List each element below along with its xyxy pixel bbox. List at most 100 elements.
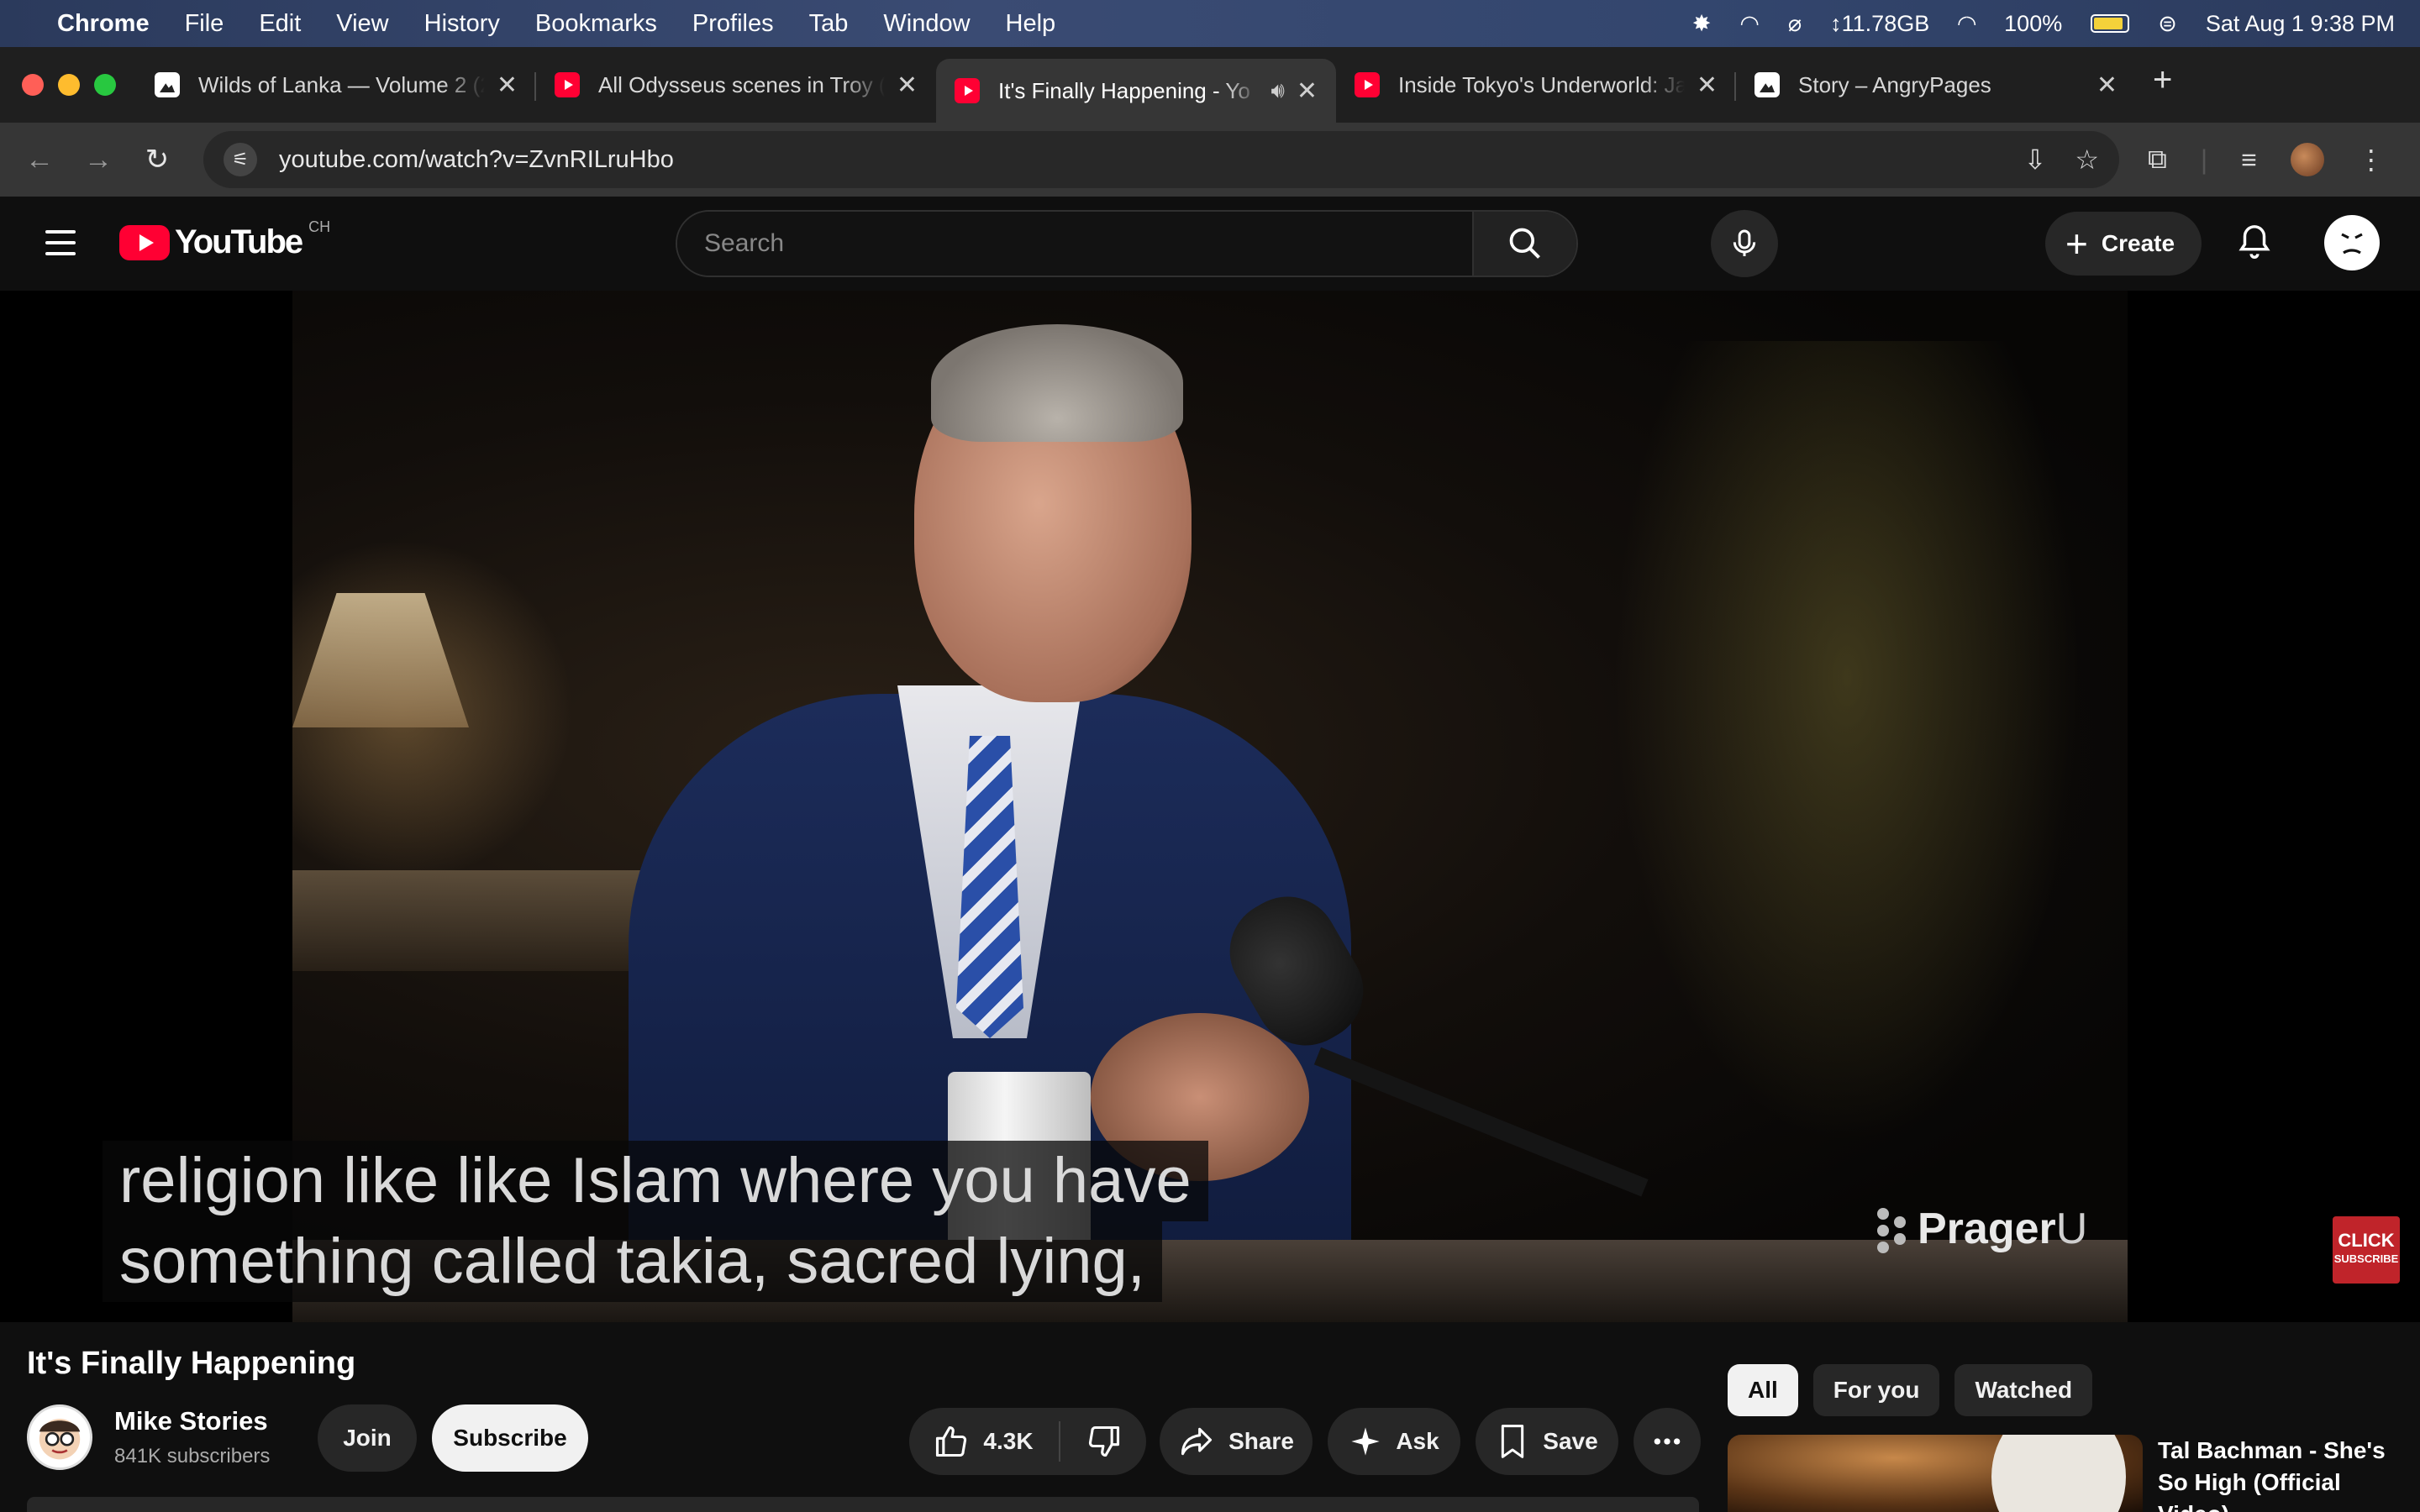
description-box-edge bbox=[27, 1497, 1699, 1512]
menu-app-name[interactable]: Chrome bbox=[57, 10, 150, 38]
battery-percent: 100% bbox=[2004, 10, 2063, 36]
channel-avatar[interactable] bbox=[27, 1404, 92, 1470]
caption-line: religion like like Islam where you have bbox=[103, 1141, 1208, 1221]
chrome-menu-icon[interactable]: ⋮ bbox=[2358, 144, 2385, 176]
channel-name[interactable]: Mike Stories bbox=[114, 1406, 268, 1436]
tab-title: All Odysseus scenes in Troy ( bbox=[598, 71, 885, 97]
paperclip-icon[interactable]: ⌀ bbox=[1788, 11, 1802, 37]
control-center-icon[interactable]: ⊜ bbox=[2158, 11, 2177, 37]
tab-its-finally-happening[interactable]: It's Finally Happening - Yo 🔊︎ ✕ bbox=[936, 59, 1336, 123]
menu-help[interactable]: Help bbox=[1006, 10, 1056, 38]
site-settings-icon[interactable]: ⚟ bbox=[224, 143, 257, 176]
share-button[interactable]: Share bbox=[1160, 1408, 1313, 1475]
logo-wordmark: YouTube bbox=[175, 223, 303, 260]
sparkle-icon[interactable]: ✸ bbox=[1692, 11, 1712, 37]
battery-icon[interactable] bbox=[2091, 14, 2130, 33]
new-tab-button[interactable]: + bbox=[2136, 47, 2172, 123]
watermark-brand: Prager bbox=[1918, 1205, 2056, 1253]
bookmark-star-icon[interactable]: ☆ bbox=[2075, 144, 2099, 176]
microphone-icon bbox=[1733, 229, 1756, 256]
menu-profiles[interactable]: Profiles bbox=[692, 10, 774, 38]
voice-search-button[interactable] bbox=[1711, 210, 1778, 277]
menu-edit[interactable]: Edit bbox=[259, 10, 301, 38]
ask-button[interactable]: Ask bbox=[1328, 1408, 1460, 1475]
tab-close-icon[interactable]: ✕ bbox=[497, 71, 518, 100]
youtube-favicon-icon bbox=[955, 78, 980, 103]
search-box bbox=[676, 210, 1578, 277]
url-text[interactable]: youtube.com/watch?v=ZvnRILruHbo bbox=[279, 146, 1996, 174]
tab-tokyo-underworld[interactable]: Inside Tokyo's Underworld: Ja ✕ bbox=[1336, 47, 1736, 123]
chip-for-you[interactable]: For you bbox=[1812, 1364, 1940, 1416]
video-title: It's Finally Happening bbox=[27, 1346, 356, 1381]
notifications-bell-icon[interactable] bbox=[2235, 222, 2274, 268]
clock[interactable]: Sat Aug 1 9:38 PM bbox=[2206, 11, 2395, 37]
menu-bookmarks[interactable]: Bookmarks bbox=[535, 10, 657, 38]
profile-avatar[interactable] bbox=[2290, 143, 2324, 176]
youtube-logo[interactable]: YouTube CH bbox=[119, 218, 330, 261]
tab-wilds-of-lanka[interactable]: Wilds of Lanka — Volume 2 (2 ✕ bbox=[136, 47, 536, 123]
tab-close-icon[interactable]: ✕ bbox=[1697, 71, 1718, 100]
chip-all[interactable]: All bbox=[1728, 1364, 1798, 1416]
media-control-icon[interactable]: ≡ bbox=[2241, 144, 2257, 176]
back-arrow-icon[interactable]: ← bbox=[20, 144, 59, 176]
extensions-puzzle-icon[interactable]: ⧉ bbox=[2148, 144, 2167, 176]
region-code: CH bbox=[308, 218, 331, 235]
tab-angrypages-story[interactable]: Story – AngryPages ✕ bbox=[1736, 47, 2136, 123]
tab-close-icon[interactable]: ✕ bbox=[897, 71, 918, 100]
tab-close-icon[interactable]: ✕ bbox=[2096, 71, 2118, 100]
menu-file[interactable]: File bbox=[185, 10, 224, 38]
thumbs-down-icon bbox=[1088, 1425, 1119, 1457]
close-window-button[interactable] bbox=[22, 74, 44, 96]
like-count: 4.3K bbox=[983, 1428, 1034, 1454]
closed-captions: religion like like Islam where you have … bbox=[103, 1141, 1208, 1302]
more-actions-button[interactable] bbox=[1634, 1408, 1701, 1475]
like-button[interactable]: 4.3K bbox=[933, 1421, 1060, 1462]
memory-readout[interactable]: ↕11.78GB bbox=[1830, 11, 1929, 37]
recommended-video-title[interactable]: Tal Bachman - She's So High (Official Vi… bbox=[2158, 1435, 2410, 1512]
address-bar[interactable]: ⚟ youtube.com/watch?v=ZvnRILruHbo ⇩ ☆ bbox=[203, 131, 2119, 188]
cartoon-face-icon bbox=[39, 1419, 81, 1460]
macos-menubar: Chrome File Edit View History Bookmarks … bbox=[0, 0, 2420, 47]
click-subscribe-badge[interactable]: CLICK SUBSCRIBE bbox=[2333, 1216, 2400, 1284]
wifi-icon[interactable]: ◜◝ bbox=[1958, 11, 1975, 37]
subscribe-button[interactable]: Subscribe bbox=[432, 1404, 588, 1472]
related-filter-chips: All For you Watched bbox=[1728, 1364, 2093, 1416]
reload-icon[interactable]: ↻ bbox=[138, 143, 176, 176]
search-input[interactable] bbox=[677, 212, 1472, 276]
youtube-play-icon bbox=[119, 224, 170, 260]
caption-line: something called takia, sacred lying, bbox=[103, 1221, 1162, 1302]
youtube-favicon-icon bbox=[1355, 72, 1380, 97]
tab-odysseus-scenes[interactable]: All Odysseus scenes in Troy ( ✕ bbox=[536, 47, 936, 123]
page-favicon-icon bbox=[1754, 72, 1780, 97]
prageru-logo-icon bbox=[1872, 1201, 1909, 1257]
menu-tab[interactable]: Tab bbox=[809, 10, 849, 38]
save-button[interactable]: Save bbox=[1476, 1408, 1618, 1475]
search-icon bbox=[1509, 228, 1540, 259]
create-label: Create bbox=[2101, 230, 2175, 256]
minimize-window-button[interactable] bbox=[58, 74, 80, 96]
video-player[interactable]: religion like like Islam where you have … bbox=[0, 291, 2420, 1322]
create-button[interactable]: + Create bbox=[2045, 212, 2202, 276]
menu-window[interactable]: Window bbox=[883, 10, 970, 38]
speaker-icon[interactable]: 🔊︎ bbox=[1270, 77, 1284, 104]
zoom-window-button[interactable] bbox=[94, 74, 116, 96]
hamburger-menu-icon[interactable] bbox=[45, 230, 76, 255]
tab-close-icon[interactable]: ✕ bbox=[1297, 76, 1318, 106]
chip-watched[interactable]: Watched bbox=[1954, 1364, 2093, 1416]
menu-view[interactable]: View bbox=[336, 10, 388, 38]
join-button[interactable]: Join bbox=[318, 1404, 417, 1472]
toolbar-divider: | bbox=[2200, 144, 2208, 175]
install-app-icon[interactable]: ⇩ bbox=[2024, 144, 2047, 176]
menu-history[interactable]: History bbox=[424, 10, 500, 38]
dislike-button[interactable] bbox=[1060, 1423, 1123, 1460]
ask-label: Ask bbox=[1396, 1428, 1439, 1454]
forward-arrow-icon[interactable]: → bbox=[79, 144, 118, 176]
share-arrow-icon bbox=[1181, 1427, 1213, 1456]
arc-icon[interactable]: ◠ bbox=[1739, 11, 1760, 37]
page-favicon-icon bbox=[155, 72, 180, 97]
search-button[interactable] bbox=[1472, 212, 1576, 276]
browser-toolbar: ← → ↻ ⚟ youtube.com/watch?v=ZvnRILruHbo … bbox=[0, 123, 2420, 197]
recommended-video-thumbnail[interactable] bbox=[1728, 1435, 2143, 1512]
account-avatar[interactable] bbox=[2324, 215, 2380, 270]
plus-icon: + bbox=[2065, 222, 2088, 265]
